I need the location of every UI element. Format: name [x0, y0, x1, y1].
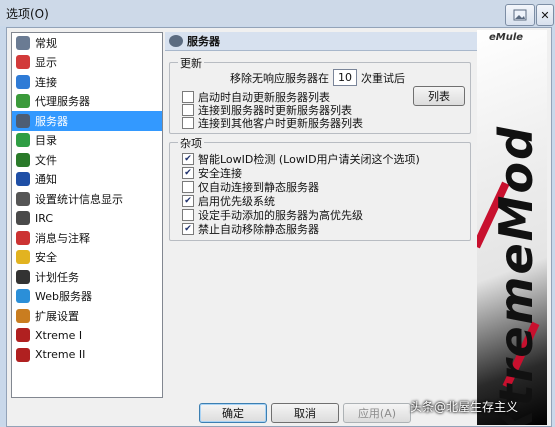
- xtreme2-icon: [16, 347, 30, 362]
- title-bar: 选项(O) ✕: [0, 0, 555, 26]
- category-tree[interactable]: 常规显示连接代理服务器服务器目录文件通知设置统计信息显示 IRC 消息与注释安全计划…: [11, 32, 163, 398]
- remove-dead-server-row: 移除无响应服务器在 10 次重试后: [230, 69, 405, 86]
- tree-item[interactable]: 计划任务: [12, 267, 162, 287]
- tree-item-label: Web服务器: [35, 290, 92, 304]
- message-icon: [16, 230, 30, 245]
- watermark: 头条@北屋生存主义: [410, 400, 519, 414]
- file-icon: [16, 152, 30, 167]
- update-option-row[interactable]: 连接到其他客户时更新服务器列表: [182, 115, 363, 131]
- checkbox[interactable]: [182, 181, 194, 193]
- tree-item-label: 显示: [35, 56, 57, 70]
- tree-item[interactable]: 消息与注释: [12, 228, 162, 248]
- tree-item[interactable]: 连接: [12, 72, 162, 92]
- tree-item[interactable]: Xtreme II: [12, 345, 162, 365]
- tree-item-label: 通知: [35, 173, 57, 187]
- tree-item[interactable]: 目录: [12, 131, 162, 151]
- update-option-label: 连接到其他客户时更新服务器列表: [198, 117, 363, 130]
- misc-group-label: 杂项: [178, 135, 204, 151]
- window-title: 选项(O): [6, 7, 49, 21]
- tree-item-label: 文件: [35, 153, 57, 167]
- extended-icon: [16, 308, 30, 323]
- web-icon: [16, 289, 30, 304]
- tree-item[interactable]: 显示: [12, 53, 162, 73]
- tree-item-label: 目录: [35, 134, 57, 148]
- tree-item-label: 服务器: [35, 114, 68, 128]
- close-icon: ✕: [540, 8, 550, 22]
- general-icon: [16, 35, 30, 50]
- tree-item-label: IRC: [35, 211, 54, 225]
- tree-item[interactable]: Web服务器: [12, 287, 162, 307]
- tree-item[interactable]: Xtreme I: [12, 326, 162, 346]
- remove-dead-prefix: 移除无响应服务器在: [230, 71, 329, 85]
- close-button[interactable]: ✕: [536, 4, 554, 26]
- xtrememod-logo: XtremeMod: [489, 125, 543, 425]
- tree-item-label: 消息与注释: [35, 231, 90, 245]
- tree-item-label: 设置统计信息显示: [35, 192, 123, 206]
- apply-button[interactable]: 应用(A): [343, 403, 411, 423]
- misc-option-label: 禁止自动移除静态服务器: [198, 223, 319, 236]
- tree-item-label: 连接: [35, 75, 57, 89]
- update-group-label: 更新: [178, 55, 204, 71]
- server-icon: [169, 35, 183, 47]
- retry-count-field[interactable]: 10: [333, 69, 357, 86]
- remove-dead-suffix: 次重试后: [361, 71, 405, 85]
- proxy-icon: [16, 94, 30, 109]
- tree-item-label: Xtreme II: [35, 348, 86, 362]
- scheduler-icon: [16, 269, 30, 284]
- tree-item-label: 常规: [35, 36, 57, 50]
- tree-item-label: 扩展设置: [35, 309, 79, 323]
- checkbox[interactable]: ✔: [182, 167, 194, 179]
- ok-button[interactable]: 确定: [199, 403, 267, 423]
- tree-item[interactable]: 设置统计信息显示: [12, 189, 162, 209]
- options-window: 选项(O) ✕ 常规 显示 连接 代理服务器 服务器 目录 文件 通知 设置统计信息显示 IRC 消…: [0, 0, 555, 427]
- tree-item[interactable]: 安全: [12, 248, 162, 268]
- tree-item[interactable]: 服务器: [12, 111, 162, 131]
- cancel-button[interactable]: 取消: [271, 403, 339, 423]
- connection-icon: [16, 74, 30, 89]
- tree-item-label: 代理服务器: [35, 95, 90, 109]
- picture-icon: [513, 9, 527, 21]
- tree-item-label: 计划任务: [35, 270, 79, 284]
- checkbox[interactable]: ✔: [182, 153, 194, 165]
- tree-item-label: Xtreme I: [35, 328, 83, 342]
- xtrememod-banner: eMule XtremeMod: [477, 30, 547, 425]
- tree-item-label: 安全: [35, 251, 57, 265]
- server-list-button[interactable]: 列表: [413, 86, 465, 106]
- tree-item[interactable]: 扩展设置: [12, 306, 162, 326]
- misc-option-row[interactable]: ✔ 禁止自动移除静态服务器: [182, 221, 319, 237]
- emule-logo: eMule: [489, 32, 524, 43]
- tree-item[interactable]: IRC: [12, 209, 162, 229]
- security-icon: [16, 250, 30, 265]
- directory-icon: [16, 133, 30, 148]
- tree-item[interactable]: 通知: [12, 170, 162, 190]
- display-icon: [16, 55, 30, 70]
- checkbox[interactable]: ✔: [182, 195, 194, 207]
- window-icon-button[interactable]: [505, 4, 535, 26]
- xtreme1-icon: [16, 328, 30, 343]
- misc-group: 杂项 ✔ 智能LowID检测 (LowID用户请关闭这个选项) ✔ 安全连接 仅自动连接…: [169, 135, 471, 241]
- tree-item[interactable]: 常规: [12, 33, 162, 53]
- checkbox[interactable]: [182, 117, 194, 129]
- options-client-area: 常规 显示 连接 代理服务器 服务器 目录 文件 通知 设置统计信息显示 IRC 消息与注释 安全 计划…: [6, 27, 552, 427]
- checkbox[interactable]: [182, 209, 194, 221]
- server-icon: [16, 113, 30, 128]
- tree-item[interactable]: 文件: [12, 150, 162, 170]
- panel-title: 服务器: [187, 35, 220, 48]
- irc-icon: [16, 211, 30, 226]
- checkbox[interactable]: ✔: [182, 223, 194, 235]
- tree-item[interactable]: 代理服务器: [12, 92, 162, 112]
- stats-icon: [16, 191, 30, 206]
- notify-icon: [16, 172, 30, 187]
